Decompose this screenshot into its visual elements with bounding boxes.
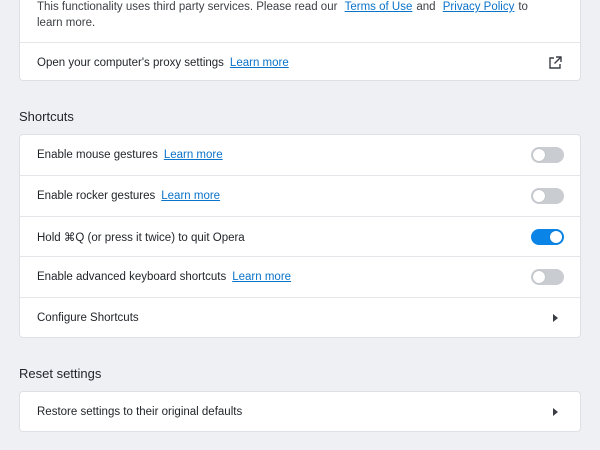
rocker-gestures-toggle[interactable] [531,188,564,204]
reset-card: Restore settings to their original defau… [19,391,581,432]
rocker-gestures-learn-more-link[interactable]: Learn more [161,190,220,202]
mouse-gestures-toggle[interactable] [531,147,564,163]
restore-defaults-row[interactable]: Restore settings to their original defau… [20,392,580,431]
mouse-gestures-label: Enable mouse gestures [37,149,158,161]
chevron-right-icon [553,313,558,322]
toggle-knob [533,190,545,202]
privacy-note-text: This functionality uses third party serv… [37,1,338,13]
proxy-settings-label: Open your computer's proxy settings [37,56,224,69]
proxy-settings-row[interactable]: Open your computer's proxy settings Lear… [20,42,580,82]
privacy-policy-link[interactable]: Privacy Policy [443,1,515,13]
toggle-knob [550,230,562,243]
rocker-gestures-label: Enable rocker gestures [37,190,156,202]
mouse-gestures-row[interactable]: Enable mouse gestures Learn more [20,135,580,175]
restore-defaults-label: Restore settings to their original defau… [37,405,243,418]
toggle-knob [533,271,545,283]
privacy-note-row: This functionality uses third party serv… [20,0,580,42]
and-text: and [416,1,436,13]
configure-shortcuts-label: Configure Shortcuts [37,311,139,324]
reset-section-title: Reset settings [19,366,102,381]
advanced-keyboard-shortcuts-row[interactable]: Enable advanced keyboard shortcuts Learn… [20,256,580,297]
quit-shortcut-toggle[interactable] [531,228,564,245]
note-tail: to [518,1,528,13]
shortcuts-card: Enable mouse gestures Learn more Enable … [19,134,581,338]
toggle-knob [533,149,545,161]
privacy-card: This functionality uses third party serv… [19,0,581,81]
advanced-keyboard-shortcuts-label: Enable advanced keyboard shortcuts [37,271,227,283]
advanced-shortcuts-learn-more-link[interactable]: Learn more [232,271,291,283]
rocker-gestures-row[interactable]: Enable rocker gestures Learn more [20,175,580,216]
terms-of-use-link[interactable]: Terms of Use [345,1,413,13]
proxy-learn-more-link[interactable]: Learn more [230,57,289,69]
quit-shortcut-label: Hold ⌘Q (or press it twice) to quit Oper… [37,231,245,244]
note-tail-2: learn more. [37,17,96,29]
advanced-keyboard-shortcuts-toggle[interactable] [531,269,564,285]
quit-shortcut-row[interactable]: Hold ⌘Q (or press it twice) to quit Oper… [20,216,580,256]
chevron-right-icon [553,407,558,416]
privacy-note: This functionality uses third party serv… [37,0,557,31]
configure-shortcuts-row[interactable]: Configure Shortcuts [20,297,580,337]
external-link-icon[interactable] [547,55,563,71]
shortcuts-section-title: Shortcuts [19,109,74,124]
mouse-gestures-learn-more-link[interactable]: Learn more [164,149,223,161]
